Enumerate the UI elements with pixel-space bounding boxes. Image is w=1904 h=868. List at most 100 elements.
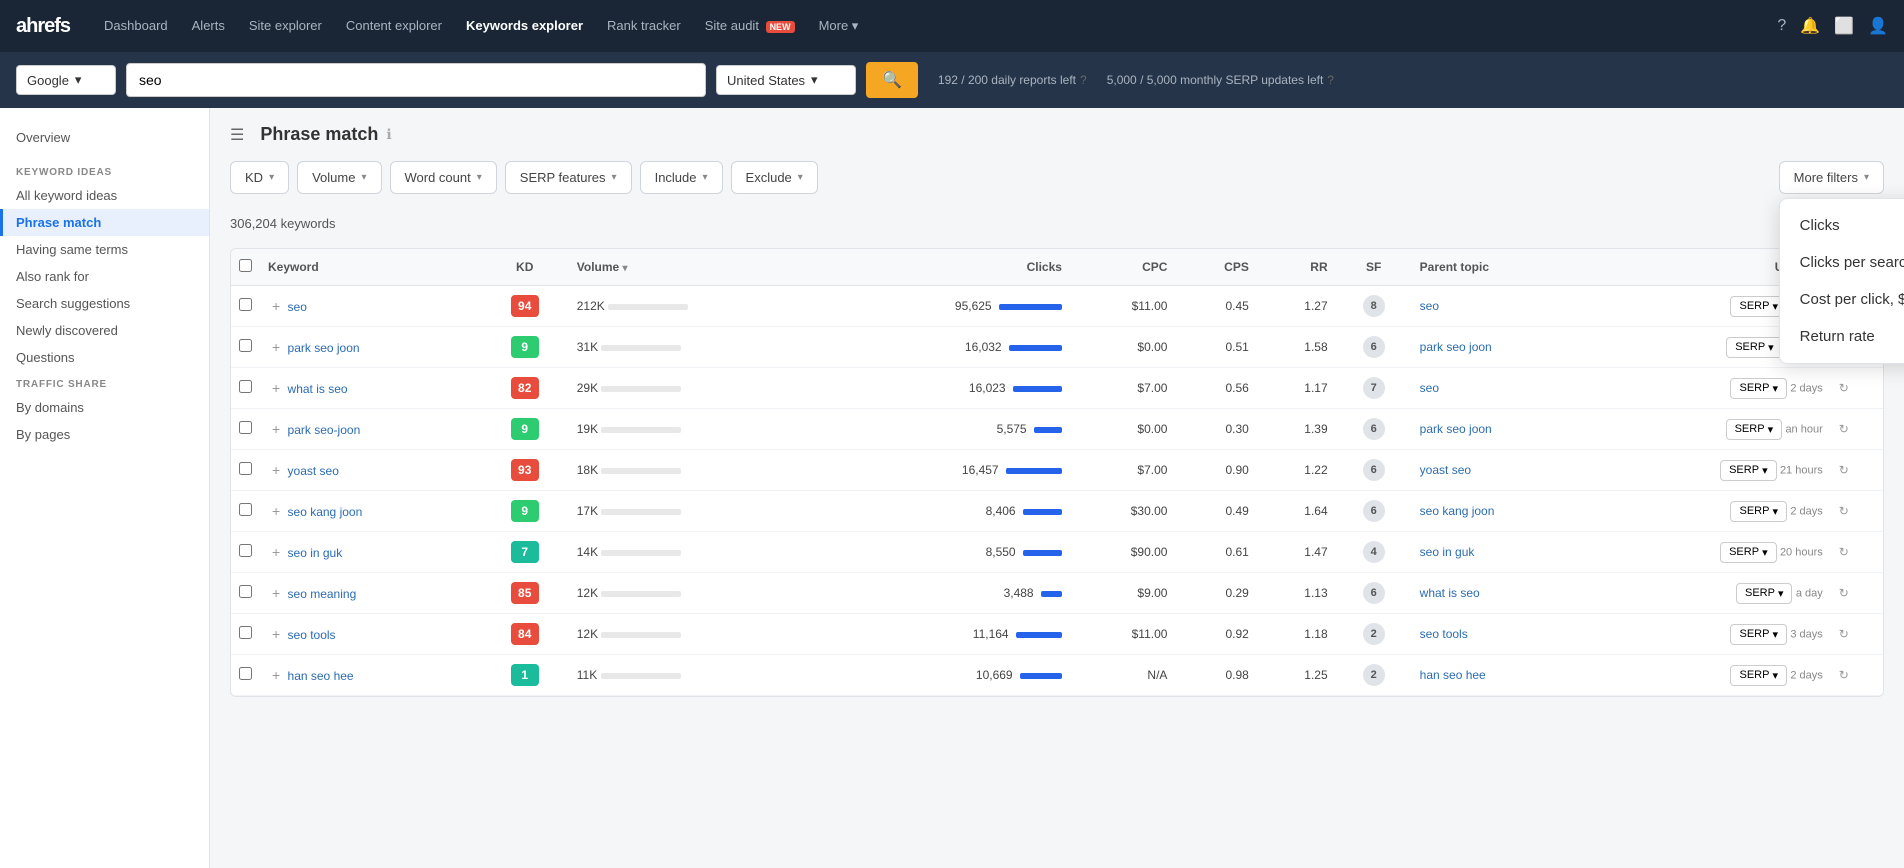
parent-topic-link-1[interactable]: park seo joon xyxy=(1420,340,1492,354)
serp-btn-6[interactable]: SERP ▾ xyxy=(1720,542,1777,563)
screen-icon[interactable]: ⬜ xyxy=(1834,16,1854,36)
row-checkbox-8[interactable] xyxy=(239,626,252,639)
filter-kd[interactable]: KD ▾ xyxy=(230,161,289,194)
refresh-icon-8[interactable]: ↻ xyxy=(1839,627,1849,641)
filter-serp-features[interactable]: SERP features ▾ xyxy=(505,161,632,194)
filter-more-filters[interactable]: More filters ▾ xyxy=(1779,161,1884,194)
sidebar-item-questions[interactable]: Questions xyxy=(0,344,209,371)
row-checkbox-7[interactable] xyxy=(239,585,252,598)
add-keyword-0[interactable]: + xyxy=(268,298,284,314)
row-checkbox-0[interactable] xyxy=(239,298,252,311)
th-clicks[interactable]: Clicks xyxy=(824,249,1070,286)
add-keyword-2[interactable]: + xyxy=(268,380,284,396)
keyword-link-7[interactable]: seo meaning xyxy=(288,587,357,601)
serp-btn-2[interactable]: SERP ▾ xyxy=(1730,378,1787,399)
country-select[interactable]: United States ▾ xyxy=(716,65,856,95)
keyword-link-2[interactable]: what is seo xyxy=(288,382,348,396)
serp-btn-8[interactable]: SERP ▾ xyxy=(1730,624,1787,645)
row-checkbox-2[interactable] xyxy=(239,380,252,393)
select-all-checkbox[interactable] xyxy=(239,259,252,272)
serp-btn-5[interactable]: SERP ▾ xyxy=(1730,501,1787,522)
notifications-icon[interactable]: 🔔 xyxy=(1800,16,1820,36)
row-checkbox-1[interactable] xyxy=(239,339,252,352)
nav-dashboard[interactable]: Dashboard xyxy=(94,12,178,40)
hamburger-icon[interactable]: ☰ xyxy=(230,125,244,145)
serp-btn-4[interactable]: SERP ▾ xyxy=(1720,460,1777,481)
refresh-icon-9[interactable]: ↻ xyxy=(1839,668,1849,682)
th-cps[interactable]: CPS xyxy=(1175,249,1256,286)
th-kd[interactable]: KD xyxy=(481,249,569,286)
dropdown-clicks-per-search[interactable]: Clicks per search xyxy=(1780,244,1904,281)
add-keyword-8[interactable]: + xyxy=(268,626,284,642)
keyword-link-4[interactable]: yoast seo xyxy=(288,464,339,478)
nav-site-explorer[interactable]: Site explorer xyxy=(239,12,332,40)
engine-select[interactable]: Google ▾ xyxy=(16,65,116,95)
keyword-link-9[interactable]: han seo hee xyxy=(288,669,354,683)
nav-keywords-explorer[interactable]: Keywords explorer xyxy=(456,12,593,40)
phrase-match-info-icon[interactable]: ℹ xyxy=(386,126,391,143)
monthly-quota-help[interactable]: ? xyxy=(1327,73,1334,87)
refresh-icon-6[interactable]: ↻ xyxy=(1839,545,1849,559)
parent-topic-link-9[interactable]: han seo hee xyxy=(1420,668,1486,682)
serp-btn-3[interactable]: SERP ▾ xyxy=(1726,419,1783,440)
filter-volume[interactable]: Volume ▾ xyxy=(297,161,381,194)
parent-topic-link-3[interactable]: park seo joon xyxy=(1420,422,1492,436)
sidebar-item-by-pages[interactable]: By pages xyxy=(0,421,209,448)
serp-btn-9[interactable]: SERP ▾ xyxy=(1730,665,1787,686)
keyword-link-0[interactable]: seo xyxy=(288,300,307,314)
th-rr[interactable]: RR xyxy=(1257,249,1336,286)
parent-topic-link-0[interactable]: seo xyxy=(1420,299,1439,313)
refresh-icon-2[interactable]: ↻ xyxy=(1839,381,1849,395)
parent-topic-link-5[interactable]: seo kang joon xyxy=(1420,504,1495,518)
sidebar-item-having-same-terms[interactable]: Having same terms xyxy=(0,236,209,263)
keyword-link-8[interactable]: seo tools xyxy=(288,628,336,642)
add-keyword-5[interactable]: + xyxy=(268,503,284,519)
sidebar-item-by-domains[interactable]: By domains xyxy=(0,394,209,421)
nav-rank-tracker[interactable]: Rank tracker xyxy=(597,12,691,40)
nav-more[interactable]: More ▾ xyxy=(809,12,869,40)
parent-topic-link-7[interactable]: what is seo xyxy=(1420,586,1480,600)
th-parent-topic[interactable]: Parent topic xyxy=(1412,249,1594,286)
help-icon[interactable]: ? xyxy=(1777,17,1786,35)
nav-site-audit[interactable]: Site audit NEW xyxy=(695,12,805,40)
keyword-link-1[interactable]: park seo joon xyxy=(288,341,360,355)
add-keyword-1[interactable]: + xyxy=(268,339,284,355)
daily-quota-help[interactable]: ? xyxy=(1080,73,1087,87)
parent-topic-link-6[interactable]: seo in guk xyxy=(1420,545,1475,559)
refresh-icon-5[interactable]: ↻ xyxy=(1839,504,1849,518)
add-keyword-7[interactable]: + xyxy=(268,585,284,601)
keyword-link-3[interactable]: park seo-joon xyxy=(288,423,361,437)
filter-word-count[interactable]: Word count ▾ xyxy=(390,161,497,194)
serp-btn-1[interactable]: SERP ▾ xyxy=(1726,337,1783,358)
filter-include[interactable]: Include ▾ xyxy=(640,161,723,194)
add-keyword-4[interactable]: + xyxy=(268,462,284,478)
parent-topic-link-4[interactable]: yoast seo xyxy=(1420,463,1471,477)
sidebar-item-search-suggestions[interactable]: Search suggestions xyxy=(0,290,209,317)
dropdown-clicks[interactable]: Clicks xyxy=(1780,207,1904,244)
row-checkbox-5[interactable] xyxy=(239,503,252,516)
user-icon[interactable]: 👤 xyxy=(1868,16,1888,36)
keyword-link-6[interactable]: seo in guk xyxy=(288,546,343,560)
th-volume[interactable]: Volume ▾ xyxy=(569,249,824,286)
add-keyword-3[interactable]: + xyxy=(268,421,284,437)
row-checkbox-6[interactable] xyxy=(239,544,252,557)
dropdown-return-rate[interactable]: Return rate xyxy=(1780,318,1904,355)
add-keyword-6[interactable]: + xyxy=(268,544,284,560)
sidebar-item-newly-discovered[interactable]: Newly discovered xyxy=(0,317,209,344)
sidebar-item-also-rank-for[interactable]: Also rank for xyxy=(0,263,209,290)
parent-topic-link-8[interactable]: seo tools xyxy=(1420,627,1468,641)
refresh-icon-7[interactable]: ↻ xyxy=(1839,586,1849,600)
row-checkbox-4[interactable] xyxy=(239,462,252,475)
nav-alerts[interactable]: Alerts xyxy=(182,12,235,40)
parent-topic-link-2[interactable]: seo xyxy=(1420,381,1439,395)
th-cpc[interactable]: CPC xyxy=(1070,249,1175,286)
dropdown-cost-per-click[interactable]: Cost per click, $ xyxy=(1780,281,1904,318)
sidebar-item-overview[interactable]: Overview xyxy=(0,124,209,151)
keyword-link-5[interactable]: seo kang joon xyxy=(288,505,363,519)
th-sf[interactable]: SF xyxy=(1336,249,1412,286)
sidebar-item-phrase-match[interactable]: Phrase match xyxy=(0,209,209,236)
add-keyword-9[interactable]: + xyxy=(268,667,284,683)
search-button[interactable]: 🔍 xyxy=(866,62,918,98)
sidebar-item-all-keyword-ideas[interactable]: All keyword ideas xyxy=(0,182,209,209)
refresh-icon-3[interactable]: ↻ xyxy=(1839,422,1849,436)
